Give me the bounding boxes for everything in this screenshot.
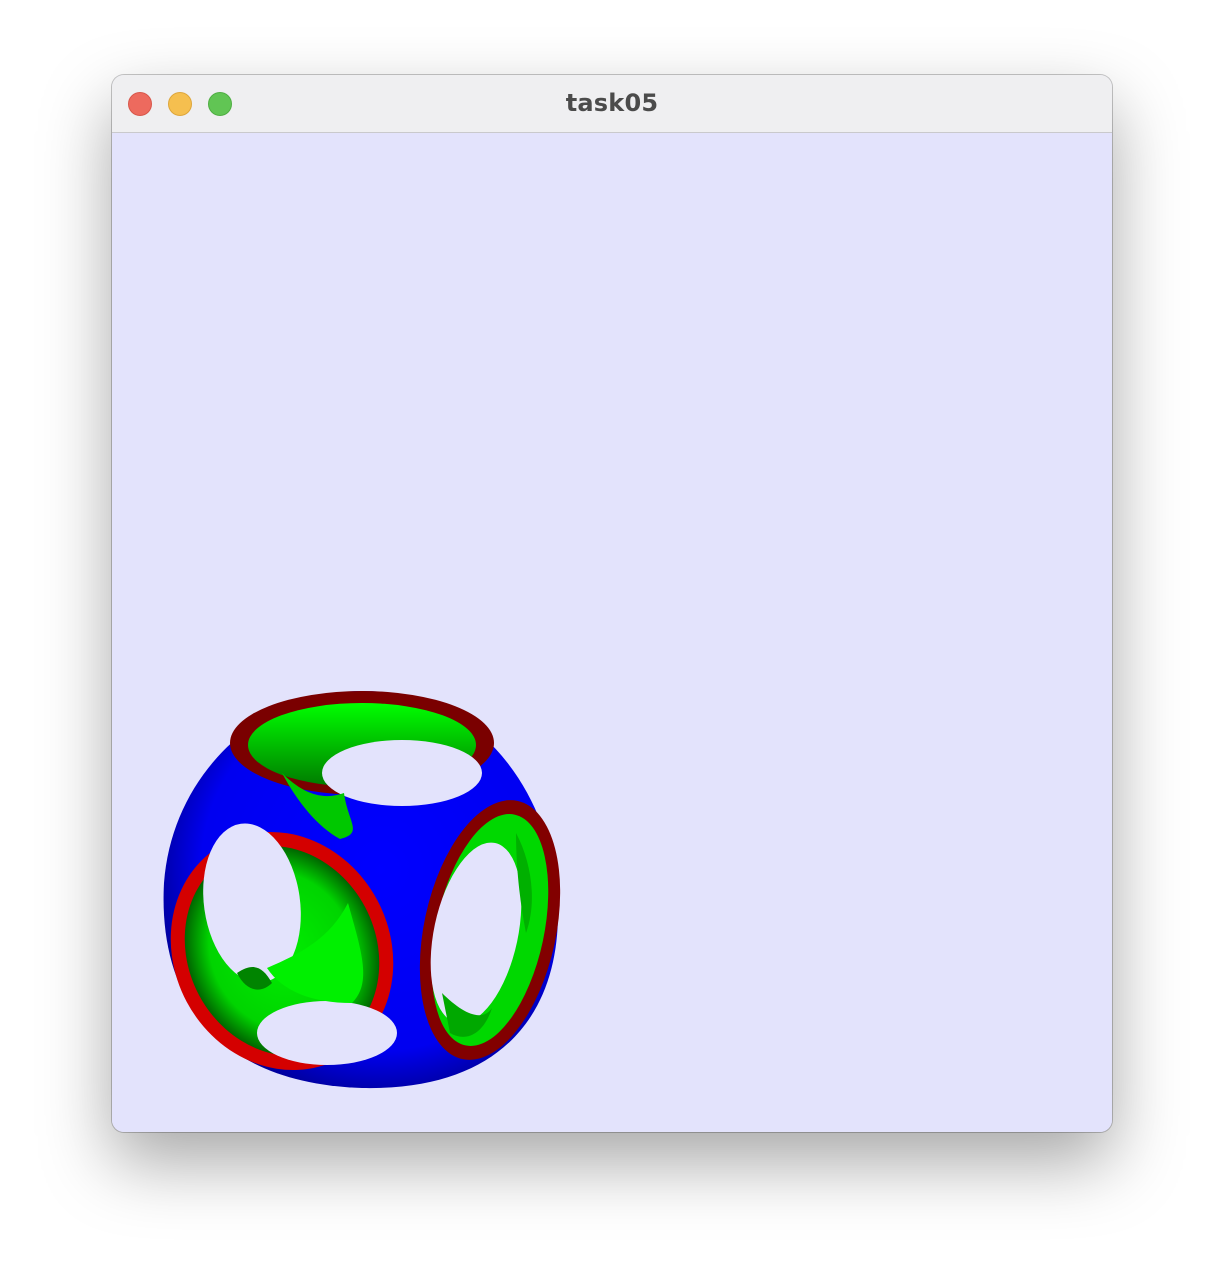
top-hole <box>322 740 482 806</box>
app-window: task05 <box>112 75 1112 1132</box>
window-title: task05 <box>565 89 659 117</box>
3d-scene <box>163 691 561 1089</box>
left-hole-bottom <box>257 1001 397 1065</box>
render-canvas[interactable] <box>112 133 1112 1132</box>
title-bar[interactable]: task05 <box>112 75 1112 133</box>
